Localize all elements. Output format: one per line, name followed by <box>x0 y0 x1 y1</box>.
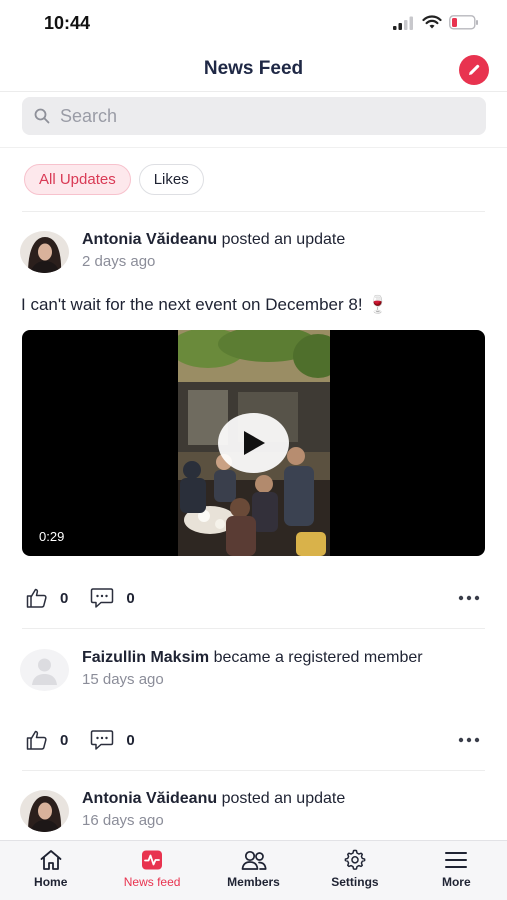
app-header: News Feed <box>0 48 507 92</box>
search-bar: Search <box>0 92 507 148</box>
play-icon <box>243 431 265 455</box>
nav-members[interactable]: Members <box>203 841 304 900</box>
members-icon <box>241 850 267 870</box>
post-timestamp: 2 days ago <box>82 253 156 270</box>
post-text: I can't wait for the next event on Decem… <box>21 295 389 314</box>
nav-home-label: Home <box>34 875 68 889</box>
more-options-icon[interactable] <box>458 732 480 748</box>
divider <box>22 628 485 629</box>
post-actions: 0 0 <box>26 585 482 611</box>
comment-icon <box>91 588 114 608</box>
thumbs-up-icon <box>26 588 47 608</box>
gear-icon <box>344 849 366 870</box>
avatar[interactable] <box>20 231 69 273</box>
post-header: Antonia Văideanu posted an update 2 days… <box>20 231 345 273</box>
post-title: Faizullin Maksim became a registered mem… <box>82 649 423 667</box>
post-header: Faizullin Maksim became a registered mem… <box>20 649 423 691</box>
like-button[interactable]: 0 <box>26 729 68 751</box>
status-icons <box>393 15 479 30</box>
avatar[interactable] <box>20 649 69 691</box>
post-header: Antonia Văideanu posted an update 16 day… <box>20 790 345 832</box>
post-action: became a registered member <box>213 649 423 666</box>
post-timestamp: 15 days ago <box>82 671 164 688</box>
video-duration: 0:29 <box>39 529 65 544</box>
thumbs-up-icon <box>26 730 47 750</box>
nav-more-label: More <box>441 875 471 889</box>
nav-home[interactable]: Home <box>0 841 101 900</box>
play-button[interactable] <box>218 413 289 473</box>
post-title: Antonia Văideanu posted an update <box>82 231 345 249</box>
comment-button[interactable]: 0 <box>90 729 135 751</box>
tab-all-updates[interactable]: All Updates <box>24 164 131 195</box>
page-title: News Feed <box>203 58 304 79</box>
post-title: Antonia Văideanu posted an update <box>82 790 345 808</box>
search-icon <box>34 108 50 124</box>
comment-count: 0 <box>126 731 135 749</box>
video-player[interactable]: 0:29 <box>22 330 485 556</box>
divider <box>22 211 485 212</box>
pencil-icon <box>469 64 480 75</box>
divider <box>22 770 485 771</box>
post-author[interactable]: Antonia Văideanu <box>82 231 217 248</box>
avatar[interactable] <box>20 790 69 832</box>
post-timestamp: 16 days ago <box>82 812 164 829</box>
nav-members-label: Members <box>227 875 280 889</box>
status-time: 10:44 <box>44 13 91 33</box>
search-input[interactable]: Search <box>22 97 486 135</box>
activity-icon <box>142 850 163 870</box>
like-button[interactable]: 0 <box>26 587 68 609</box>
wifi-icon <box>422 15 442 29</box>
post-author[interactable]: Faizullin Maksim <box>82 649 209 666</box>
nav-settings-label: Settings <box>331 875 379 889</box>
home-icon <box>40 850 62 870</box>
compose-button[interactable] <box>459 55 489 85</box>
comment-button[interactable]: 0 <box>90 587 135 609</box>
nav-news-feed[interactable]: News feed <box>101 841 202 900</box>
search-placeholder: Search <box>60 105 118 126</box>
bottom-nav: Home News feed Members Settings More <box>0 840 507 900</box>
nav-more[interactable]: More <box>406 841 507 900</box>
post-actions: 0 0 <box>26 727 482 753</box>
nav-news-feed-label: News feed <box>123 875 181 889</box>
post-action: posted an update <box>221 790 346 807</box>
comment-icon <box>91 730 114 750</box>
menu-icon <box>445 852 468 868</box>
status-bar: 10:44 <box>0 0 507 48</box>
signal-icon <box>393 16 413 30</box>
tab-likes[interactable]: Likes <box>138 164 204 195</box>
nav-settings[interactable]: Settings <box>304 841 405 900</box>
feed-filter-tabs: All Updates Likes <box>24 164 204 195</box>
like-count: 0 <box>60 731 69 749</box>
like-count: 0 <box>60 589 69 607</box>
more-options-icon[interactable] <box>458 590 480 606</box>
post-author[interactable]: Antonia Văideanu <box>82 790 217 807</box>
battery-icon <box>449 15 478 30</box>
post-action: posted an update <box>221 231 346 248</box>
comment-count: 0 <box>126 589 135 607</box>
